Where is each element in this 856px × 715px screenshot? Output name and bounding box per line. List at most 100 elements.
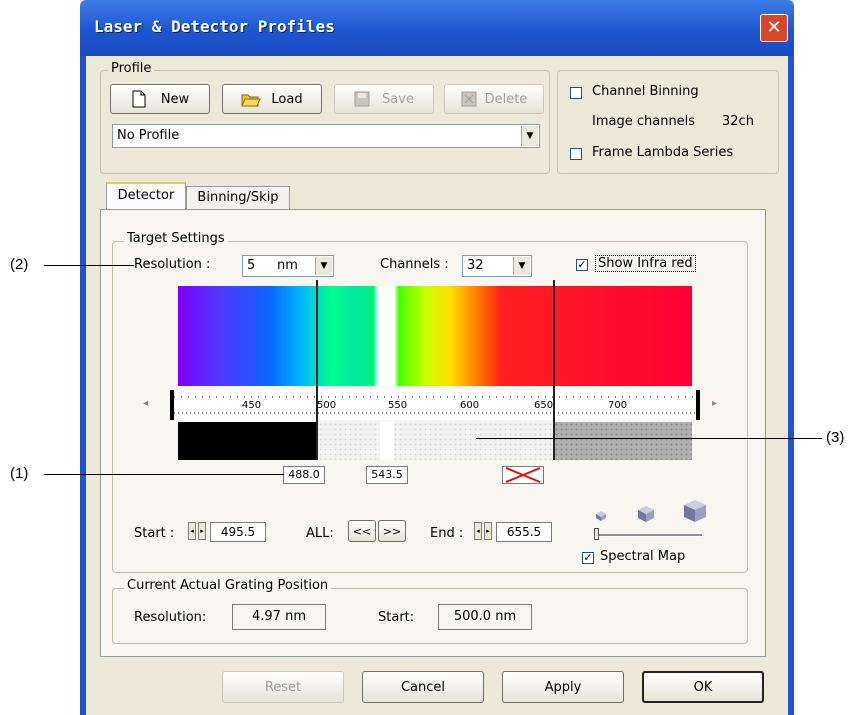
cancel-button[interactable]: Cancel <box>362 671 484 703</box>
spectral-map-checkbox[interactable]: ✓ <box>582 552 594 564</box>
scale-tick-label: 650 <box>534 400 554 411</box>
tab-detector-label: Detector <box>117 188 175 203</box>
start-label: Start : <box>134 526 175 541</box>
end-decrement-button[interactable]: ◂ <box>474 522 482 540</box>
expand-all-label: >> <box>382 524 402 538</box>
image-channels-value: 32ch <box>722 114 754 129</box>
show-infrared-label: Show Infra red <box>595 255 696 272</box>
title-bar[interactable]: Laser & Detector Profiles <box>80 0 794 56</box>
grating-resolution-label: Resolution: <box>134 610 207 625</box>
excluded-range-right <box>554 422 692 460</box>
view-size-slider-thumb[interactable] <box>594 528 599 540</box>
scale-tick-label: 450 <box>242 400 262 411</box>
ok-button[interactable]: OK <box>642 671 764 703</box>
grating-start-field: 500.0 nm <box>438 604 532 630</box>
annotation-label-1: (1) <box>10 465 29 482</box>
scale-tick-label: 500 <box>317 400 337 411</box>
cancel-button-label: Cancel <box>400 679 446 695</box>
resolution-select[interactable]: 5 nm ▼ <box>242 255 334 277</box>
profile-select-value: No Profile <box>117 128 180 143</box>
frame-lambda-label: Frame Lambda Series <box>592 145 734 160</box>
resolution-value: 5 <box>247 258 256 273</box>
channels-select[interactable]: 32 ▼ <box>462 255 532 277</box>
laser-marker-1-value: 488.0 <box>288 468 320 481</box>
view-size-icons <box>596 500 706 522</box>
scroll-left-icon[interactable]: ◂ <box>143 398 148 409</box>
grating-resolution-field: 4.97 nm <box>232 604 326 630</box>
small-cube-icon <box>596 511 606 521</box>
laser-gap <box>380 422 394 460</box>
all-label: ALL: <box>306 526 334 541</box>
start-value-field[interactable]: 495.5 <box>210 522 266 542</box>
ok-button-label: OK <box>693 679 713 695</box>
expand-all-button[interactable]: >> <box>378 520 406 542</box>
reset-button[interactable]: Reset <box>222 671 344 703</box>
tab-binning-skip[interactable]: Binning/Skip <box>186 186 290 210</box>
end-label: End : <box>430 526 464 541</box>
spectral-map-label: Spectral Map <box>600 549 686 564</box>
delete-button-label: Delete <box>484 91 528 107</box>
save-disk-icon <box>354 91 370 107</box>
new-button-label: New <box>160 91 190 107</box>
open-folder-icon <box>241 94 262 107</box>
tab-detector[interactable]: Detector <box>106 182 186 210</box>
start-decrement-button[interactable]: ◂ <box>188 522 196 540</box>
delete-icon <box>461 91 477 107</box>
dropdown-arrow-icon[interactable]: ▼ <box>521 126 538 146</box>
scale-tick-label: 550 <box>388 400 408 411</box>
load-button[interactable]: Load <box>222 84 322 114</box>
scale-tick-label: 700 <box>608 400 628 411</box>
save-button-label: Save <box>382 91 414 107</box>
end-value-field[interactable]: 655.5 <box>496 522 552 542</box>
profile-select[interactable]: No Profile ▼ <box>112 124 540 148</box>
grating-resolution-value: 4.97 nm <box>252 609 306 624</box>
excluded-range-left <box>178 422 318 460</box>
grating-group-label: Current Actual Grating Position <box>124 578 332 593</box>
profile-group-label: Profile <box>108 61 155 76</box>
load-button-label: Load <box>271 91 303 107</box>
window-frame-left <box>80 56 86 715</box>
image-channels-label: Image channels <box>592 114 696 129</box>
shrink-all-button[interactable]: << <box>348 520 376 542</box>
dropdown-arrow-icon[interactable]: ▼ <box>513 257 530 275</box>
annotation-line-2 <box>44 265 134 266</box>
delete-button[interactable]: Delete <box>444 84 544 114</box>
apply-button-label: Apply <box>544 679 582 695</box>
grating-start-label: Start: <box>378 610 415 625</box>
end-value: 655.5 <box>506 525 542 539</box>
save-button[interactable]: Save <box>334 84 434 114</box>
scroll-right-icon[interactable]: ▸ <box>712 398 717 409</box>
window-title: Laser & Detector Profiles <box>94 17 335 36</box>
laser-marker-2-value: 543.5 <box>371 468 403 481</box>
resolution-unit: nm <box>277 258 298 273</box>
grating-group <box>112 588 748 644</box>
apply-button[interactable]: Apply <box>502 671 624 703</box>
annotation-label-3: (3) <box>826 429 845 446</box>
channel-binning-checkbox[interactable] <box>570 87 582 99</box>
dropdown-arrow-icon[interactable]: ▼ <box>315 257 332 275</box>
close-icon: ✕ <box>766 17 782 38</box>
medium-cube-icon <box>638 506 654 522</box>
laser-marker-2[interactable]: 543.5 <box>366 466 408 484</box>
view-size-slider-track[interactable] <box>596 534 702 537</box>
new-document-icon <box>132 90 146 108</box>
close-button[interactable]: ✕ <box>760 14 788 42</box>
end-cursor-line[interactable] <box>553 280 555 460</box>
start-cursor-line[interactable] <box>316 280 318 460</box>
frame-lambda-checkbox[interactable] <box>570 148 582 160</box>
reset-button-label: Reset <box>264 679 302 695</box>
annotation-label-2: (2) <box>10 256 29 273</box>
start-value: 495.5 <box>220 525 256 539</box>
disabled-laser-marker-icon[interactable] <box>502 466 544 484</box>
end-increment-button[interactable]: ▸ <box>484 522 492 540</box>
channels-label: Channels : <box>380 257 449 272</box>
new-button[interactable]: New <box>110 84 210 114</box>
window-frame-right <box>788 56 794 715</box>
show-infrared-checkbox[interactable]: ✓ <box>576 259 588 271</box>
large-cube-icon <box>684 500 706 522</box>
start-increment-button[interactable]: ▸ <box>198 522 206 540</box>
target-settings-label: Target Settings <box>124 231 228 246</box>
channel-binning-label: Channel Binning <box>592 84 699 99</box>
selected-channel-range[interactable] <box>318 422 554 460</box>
laser-marker-1[interactable]: 488.0 <box>283 466 325 484</box>
